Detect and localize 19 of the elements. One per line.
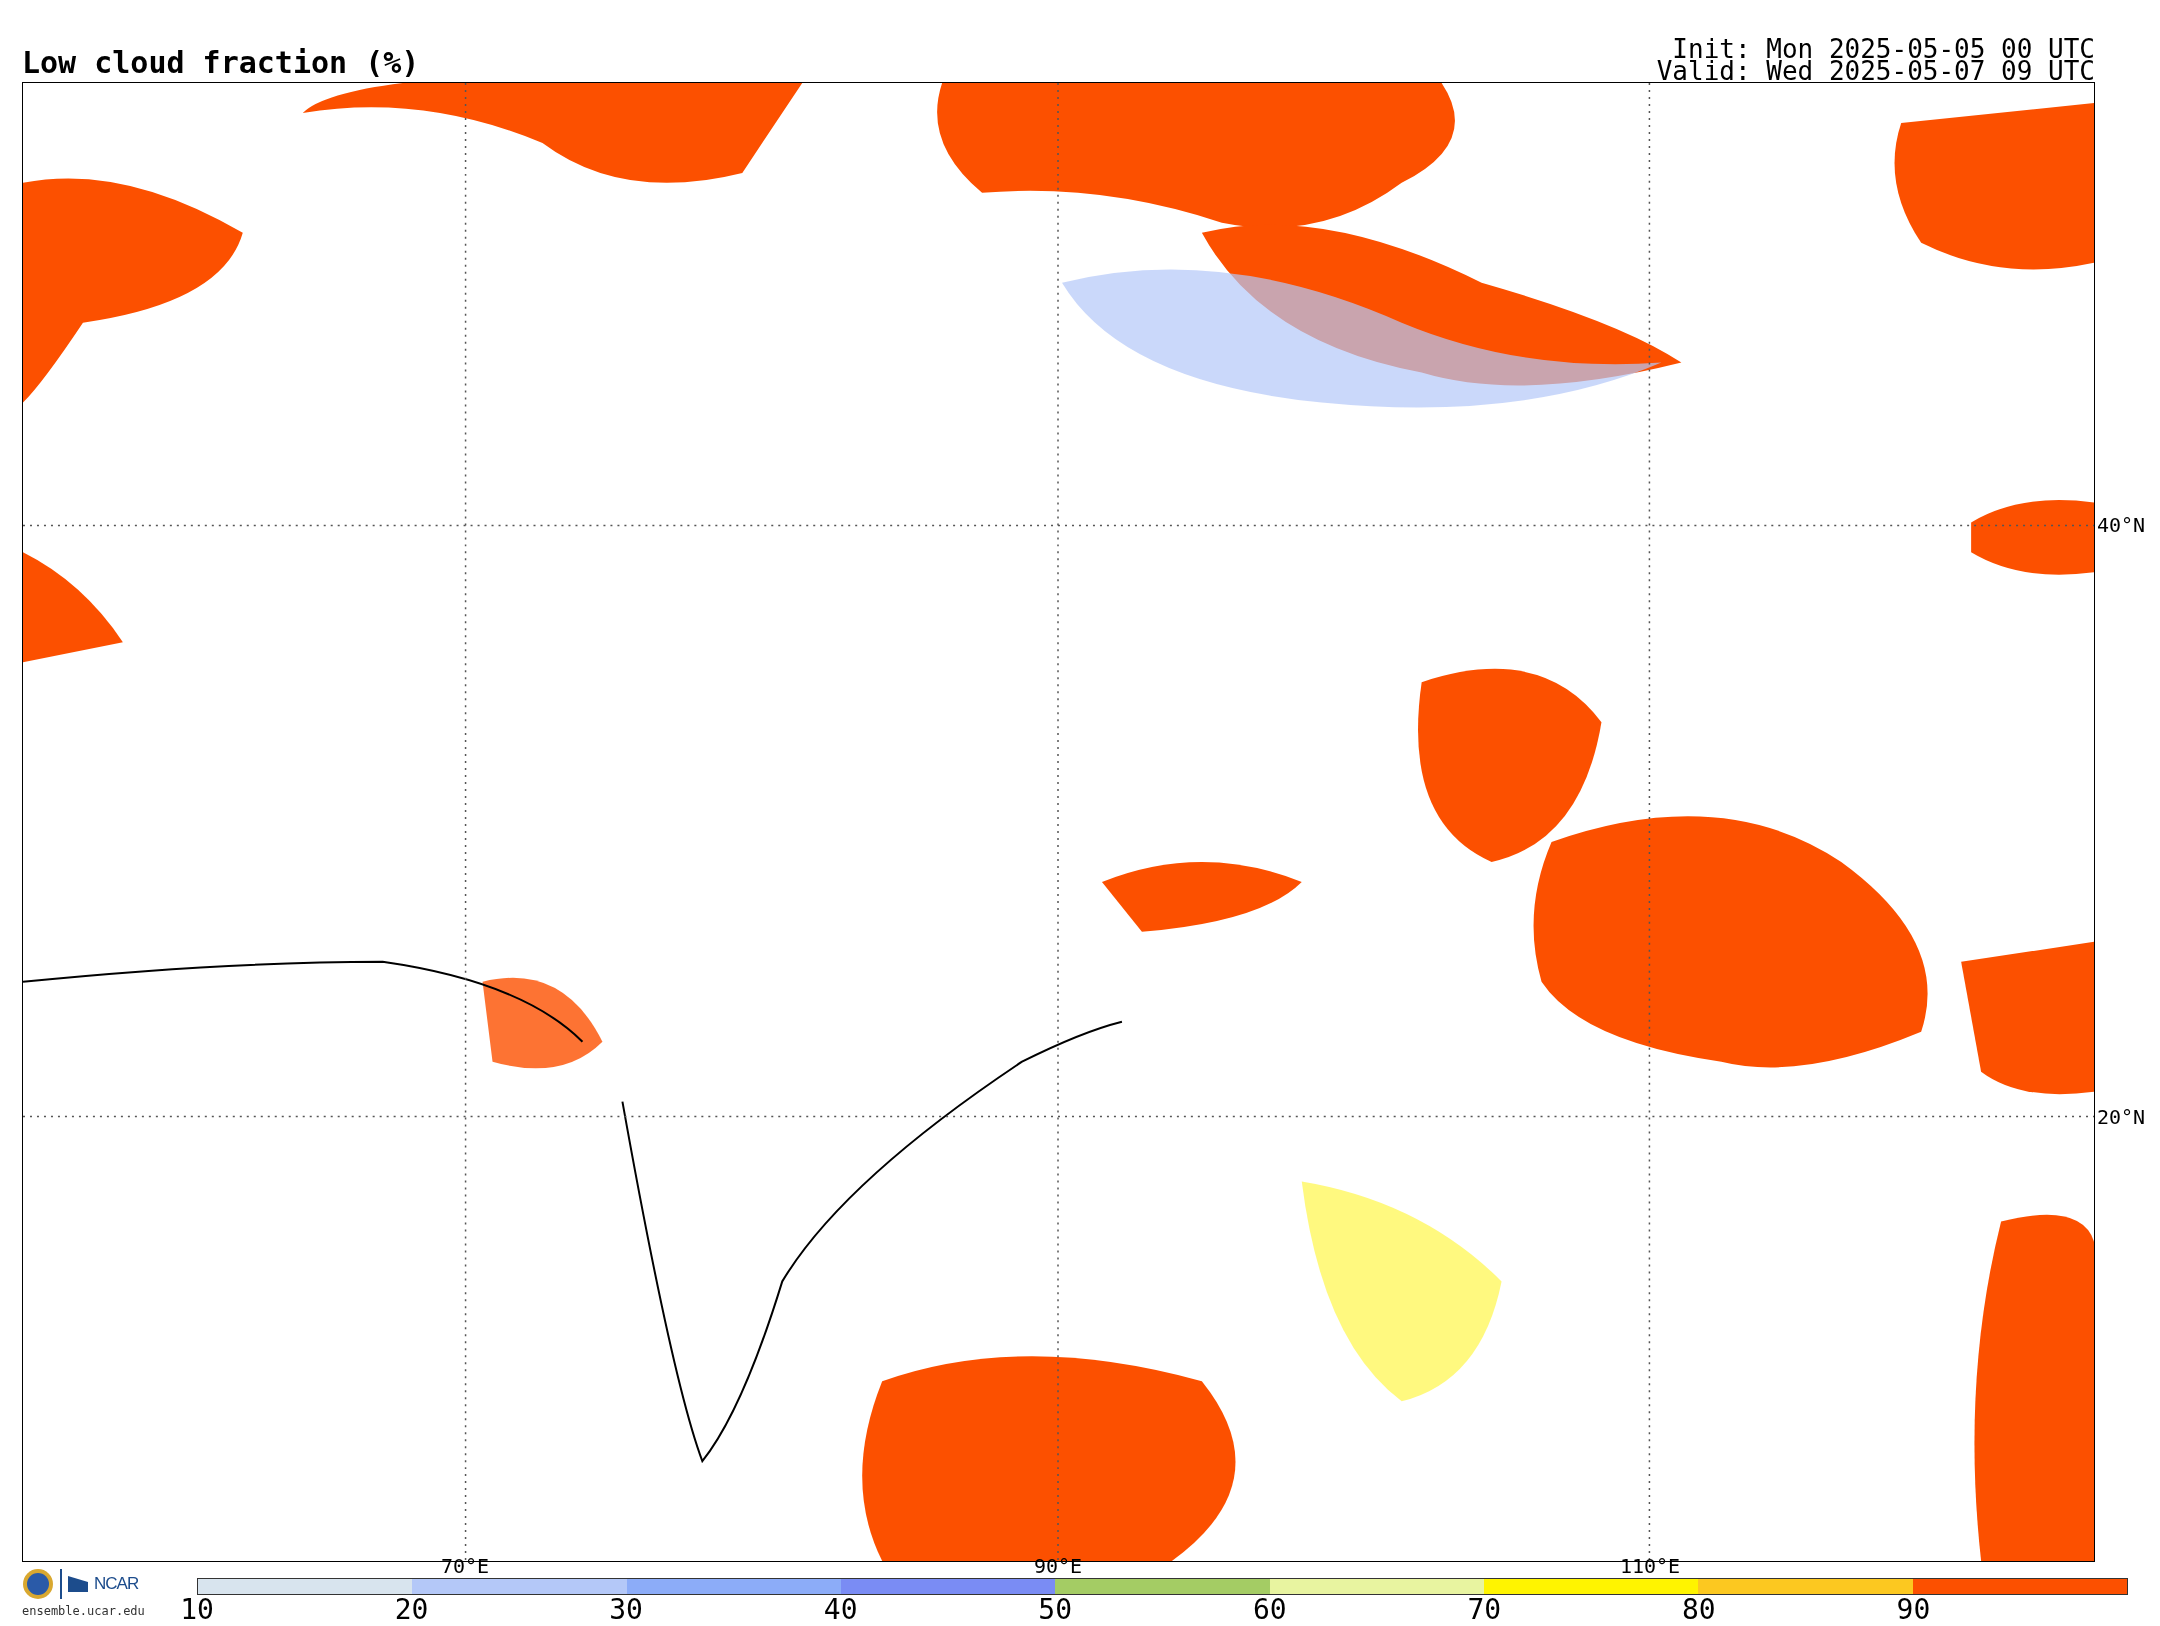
latitude-label: 40°N xyxy=(2097,513,2146,537)
globe-logo-icon xyxy=(22,1568,54,1600)
org-name: NCAR xyxy=(94,1574,139,1594)
chart-title: Low cloud fraction (%) xyxy=(22,48,420,82)
colorbar-tick-label: 60 xyxy=(1252,1595,1287,1625)
init-time: Init: Mon 2025-05-05 00 UTC xyxy=(1672,38,2095,60)
colorbar-tick-label: 40 xyxy=(823,1595,858,1625)
colorbar-tick-label: 70 xyxy=(1467,1595,1502,1625)
colorbar-tick-label: 80 xyxy=(1682,1595,1716,1625)
colorbar-tick-label: 20 xyxy=(394,1595,429,1625)
colorbar-tick-label: 90 xyxy=(1896,1595,1931,1625)
colorbar-tick-label: 50 xyxy=(1038,1595,1073,1625)
colorbar-tick-label: 30 xyxy=(609,1595,643,1625)
colorbar-tick-label: 10 xyxy=(180,1595,214,1625)
site-url: ensemble.ucar.edu xyxy=(22,1604,145,1618)
valid-time: Valid: Wed 2025-05-07 09 UTC xyxy=(1656,60,2095,82)
flag-logo-icon xyxy=(68,1576,88,1592)
latitude-label: 20°N xyxy=(2097,1105,2146,1129)
divider-icon xyxy=(60,1569,62,1599)
